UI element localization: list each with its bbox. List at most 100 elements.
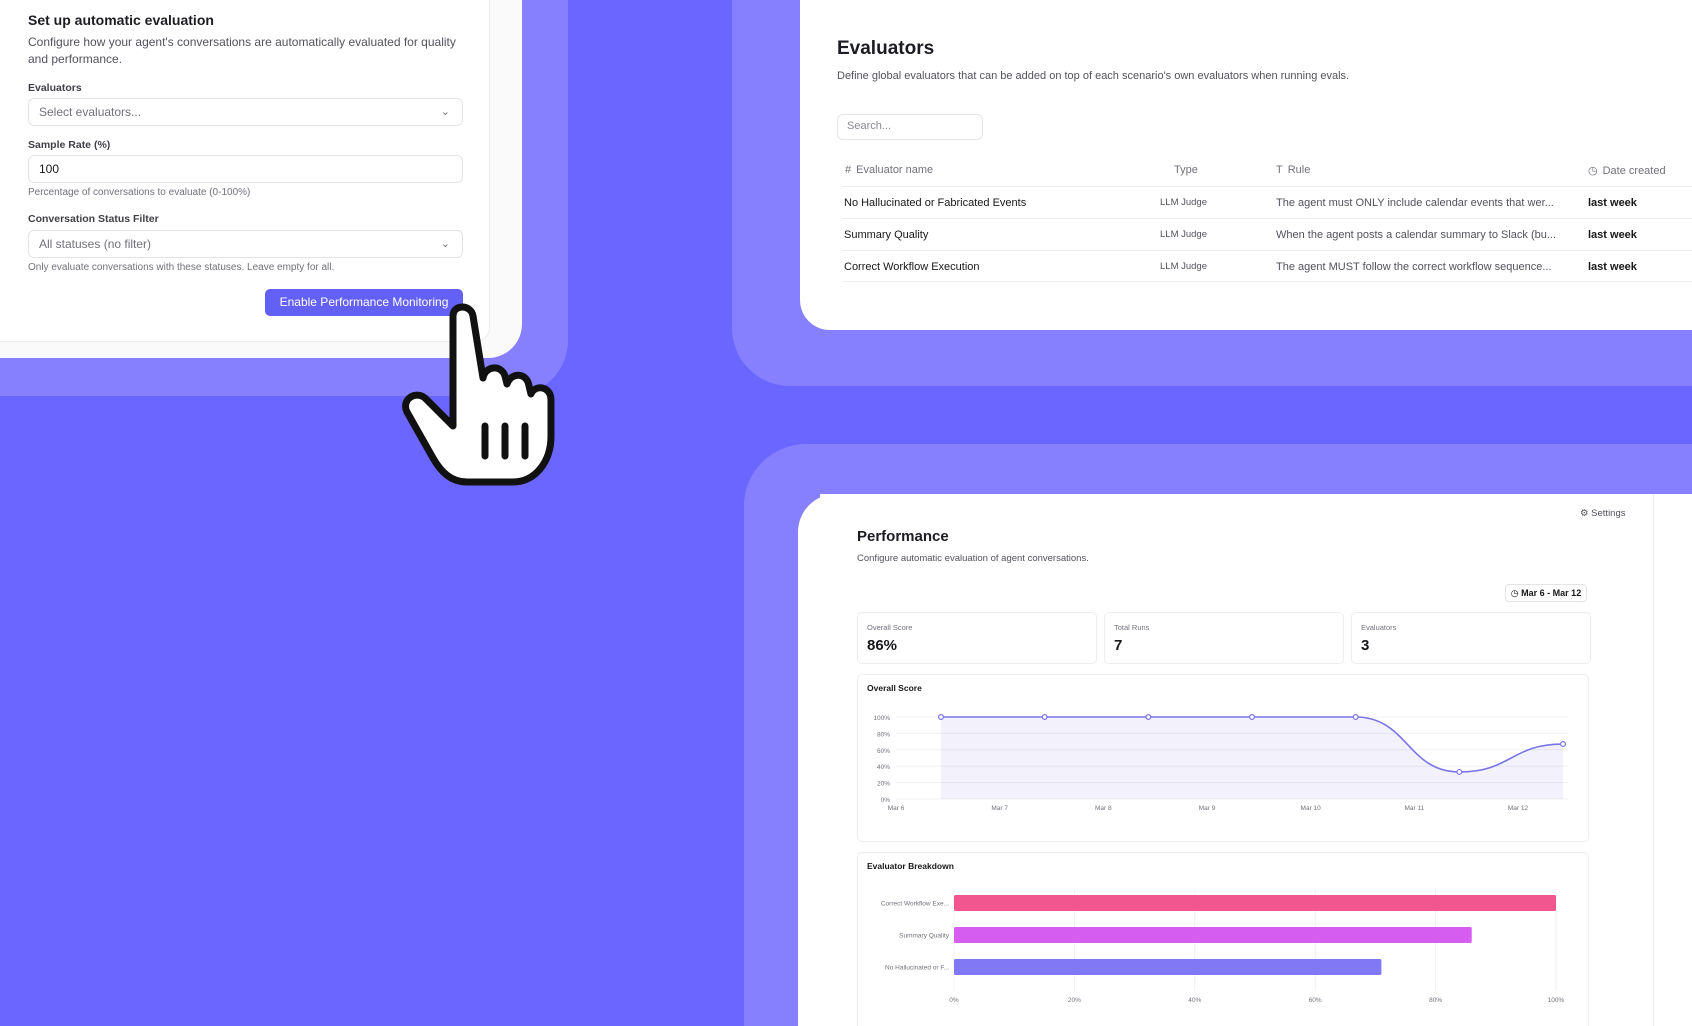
table-row[interactable]: No Hallucinated or Fabricated Events LLM… (842, 186, 1692, 218)
category-label: Summary Quality (899, 933, 950, 940)
stat-card-evaluators: Evaluators 3 (1351, 612, 1591, 664)
x-tick-label: Mar 10 (1301, 805, 1322, 812)
bar (954, 895, 1556, 911)
evaluator-date: last week (1588, 261, 1637, 273)
settings-label: Settings (1591, 508, 1626, 519)
stat-card-total-runs: Total Runs 7 (1104, 612, 1344, 664)
clock-icon: ◷ (1510, 588, 1519, 598)
status-filter-help: Only evaluate conversations with these s… (28, 262, 335, 273)
column-header-type[interactable]: Type (1174, 164, 1198, 176)
column-header-name-label: Evaluator name (856, 164, 934, 176)
status-filter-label: Conversation Status Filter (28, 213, 159, 225)
sample-rate-label: Sample Rate (%) (28, 139, 111, 151)
x-tick-label: Mar 6 (888, 805, 905, 812)
setup-form: Set up automatic evaluation Configure ho… (0, 0, 490, 342)
x-tick-label: Mar 8 (1095, 805, 1112, 812)
data-point (1145, 714, 1152, 721)
column-header-rule[interactable]: T Rule (1276, 164, 1310, 176)
y-tick-label: 100% (873, 715, 890, 722)
data-point (1456, 768, 1463, 775)
date-range-picker[interactable]: ◷ Mar 6 - Mar 12 (1505, 584, 1587, 602)
text-icon: T (1276, 164, 1283, 176)
sample-rate-value: 100 (39, 162, 60, 176)
table-row[interactable]: Correct Workflow Execution LLM Judge The… (842, 250, 1692, 282)
column-header-type-label: Type (1174, 164, 1198, 176)
evaluator-name: Correct Workflow Execution (844, 261, 980, 273)
evaluators-description: Define global evaluators that can be add… (837, 70, 1350, 82)
category-label: No Hallucinated or F... (885, 965, 949, 972)
evaluator-type: LLM Judge (1160, 229, 1208, 240)
clock-icon: ◷ (1588, 165, 1598, 177)
hand-pointer-icon (402, 303, 555, 486)
x-tick-label: 20% (1068, 997, 1081, 1004)
y-tick-label: 20% (877, 781, 890, 788)
chevron-down-icon: ⌄ (440, 238, 450, 250)
x-tick-label: Mar 11 (1404, 805, 1424, 812)
evaluator-type: LLM Judge (1160, 197, 1208, 208)
column-header-name[interactable]: # Evaluator name (845, 164, 933, 176)
data-point (1352, 714, 1359, 721)
overall-score-chart: 0% 20% 40% 60% 80% 100% Mar 6 Mar 7 Mar 8 Mar 9 Ma… (873, 714, 1568, 812)
evaluator-rule: The agent must ONLY include calendar eve… (1276, 197, 1554, 209)
evaluator-name: Summary Quality (844, 229, 929, 241)
stat-label: Evaluators (1361, 623, 1397, 632)
chevron-down-icon: ⌄ (440, 106, 450, 118)
column-header-rule-label: Rule (1287, 164, 1311, 176)
column-header-date-label: Date created (1602, 165, 1666, 177)
x-tick-label: 60% (1309, 997, 1322, 1004)
evaluator-breakdown-chart: 0% 20% 40% 60% 80% 100% Correct Workflow Exe..… (881, 889, 1565, 1004)
sample-rate-input[interactable]: 100 (28, 155, 463, 183)
y-tick-label: 40% (877, 764, 890, 771)
y-tick-label: 60% (877, 748, 890, 755)
bar (954, 927, 1472, 943)
x-tick-label: 80% (1429, 997, 1442, 1004)
evaluator-rule: The agent MUST follow the correct workfl… (1276, 261, 1552, 273)
evaluator-breakdown-panel-title: Evaluator Breakdown (867, 861, 954, 871)
status-filter-select[interactable]: All statuses (no filter) ⌄ (28, 230, 463, 258)
evaluator-date: last week (1588, 197, 1637, 209)
date-range-label: Mar 6 - Mar 12 (1521, 588, 1582, 598)
hash-icon: # (845, 164, 852, 176)
evaluator-name: No Hallucinated or Fabricated Events (844, 197, 1027, 209)
stat-value: 7 (1114, 637, 1123, 654)
setup-title: Set up automatic evaluation (28, 12, 214, 28)
x-tick-label: Mar 12 (1508, 805, 1529, 812)
x-tick-label: 100% (1548, 997, 1565, 1004)
evaluators-select[interactable]: Select evaluators... ⌄ (28, 98, 463, 126)
stat-label: Overall Score (867, 623, 913, 632)
status-filter-value: All statuses (no filter) (39, 237, 152, 251)
evaluator-rule: When the agent posts a calendar summary … (1276, 229, 1557, 241)
settings-button[interactable]: ⚙ Settings (1580, 508, 1626, 519)
performance-title: Performance (857, 528, 949, 545)
evaluators-label: Evaluators (28, 82, 82, 94)
evaluator-breakdown-panel: Evaluator Breakdown 0% 20% 40% 60% 80% 100% Co… (857, 852, 1589, 1026)
table-row[interactable]: Summary Quality LLM Judge When the agent… (842, 218, 1692, 250)
performance-description: Configure automatic evaluation of agent … (857, 553, 1089, 564)
column-header-date[interactable]: ◷ Date created (1588, 164, 1666, 177)
overall-score-panel: Overall Score 0% 20% 40% 60% 80% 100% Mar 6 Mar… (857, 674, 1589, 842)
search-placeholder: Search... (847, 120, 892, 132)
data-point (1559, 741, 1566, 748)
x-tick-label: Mar 7 (991, 805, 1008, 812)
x-tick-label: 0% (949, 997, 959, 1004)
category-label: Correct Workflow Exe... (881, 901, 949, 908)
score-area (941, 717, 1563, 799)
search-input[interactable]: Search... (837, 114, 983, 140)
y-tick-label: 0% (881, 797, 891, 804)
data-point (937, 714, 944, 721)
stat-value: 86% (867, 637, 898, 654)
data-point (1249, 714, 1256, 721)
evaluators-select-placeholder: Select evaluators... (39, 105, 142, 119)
evaluator-date: last week (1588, 229, 1637, 241)
stat-label: Total Runs (1114, 623, 1150, 632)
overall-score-panel-title: Overall Score (867, 683, 922, 693)
y-tick-label: 80% (877, 731, 890, 738)
data-point (1041, 714, 1048, 721)
evaluator-type: LLM Judge (1160, 261, 1208, 272)
x-tick-label: Mar 9 (1199, 805, 1216, 812)
stat-card-overall-score: Overall Score 86% (857, 612, 1097, 664)
x-tick-label: 40% (1188, 997, 1201, 1004)
setup-description: Configure how your agent's conversations… (28, 35, 456, 66)
gear-icon: ⚙ (1580, 508, 1589, 519)
bar (954, 959, 1382, 975)
